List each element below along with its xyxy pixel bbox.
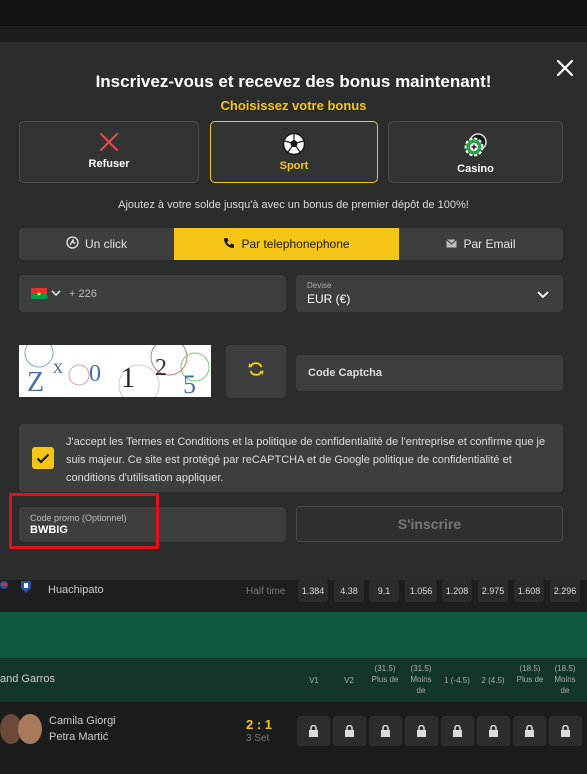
captcha-char: 2 — [155, 355, 167, 381]
lock-icon — [333, 716, 366, 746]
set-info: 3 Set — [246, 733, 270, 744]
column-header: (31.5) Moins de — [410, 664, 432, 695]
email-icon — [446, 237, 458, 251]
team-logo-icon — [20, 580, 32, 594]
column-header: V2 — [344, 676, 354, 685]
match-row[interactable]: Huachipato Half time 1.384 4.38 9.1 1.05… — [0, 580, 587, 612]
captcha-char: 1 — [121, 363, 135, 394]
captcha-char: Z — [27, 367, 44, 397]
tab-label: Par Email — [463, 237, 516, 251]
bonus-info-text: Ajoutez à votre solde jusqu'à avec un bo… — [118, 199, 469, 211]
captcha-char: 0 — [89, 361, 101, 387]
lock-icon — [513, 716, 546, 746]
terms-checkbox[interactable] — [32, 447, 54, 469]
tournament-name: and Garros — [0, 673, 56, 685]
one-click-icon — [66, 236, 79, 252]
x-icon — [20, 132, 198, 154]
lock-icon — [477, 716, 510, 746]
column-header: (31.5) Plus de — [371, 664, 399, 684]
captcha-char: 5 — [183, 370, 196, 397]
odds-cell[interactable]: 2.296 — [550, 580, 580, 602]
bonus-option-label: Casino — [457, 163, 494, 175]
phone-icon — [223, 237, 235, 252]
odds-cell[interactable]: 9.1 — [369, 580, 399, 602]
odds-cell[interactable]: 1.056 — [405, 580, 437, 602]
odds-cell[interactable]: 1.384 — [298, 580, 328, 602]
modal-subtitle: Choisissez votre bonus — [220, 98, 367, 113]
player-name: Camila Giorgi — [49, 715, 116, 727]
bonus-option-sport[interactable]: Sport — [210, 121, 378, 183]
promo-highlight-box — [9, 493, 159, 549]
chevron-down-icon — [537, 286, 549, 304]
odds-cell[interactable]: 1.608 — [514, 580, 544, 602]
tab-one-click[interactable]: Un click — [19, 228, 174, 260]
lock-icon — [405, 716, 438, 746]
currency-label: Devise — [307, 281, 332, 290]
tab-label: Par telephonephone — [241, 237, 350, 251]
top-gap — [0, 26, 587, 42]
column-header: (18.5) Plus de — [516, 664, 544, 684]
currency-value: EUR (€) — [307, 292, 351, 306]
column-header: 1 (-4.5) — [444, 676, 470, 685]
chevron-down-icon[interactable] — [51, 288, 61, 300]
lock-icon — [441, 716, 474, 746]
odds-cell[interactable]: 2.975 — [478, 580, 508, 602]
player-avatar — [18, 714, 42, 744]
tab-label: Un click — [84, 237, 127, 251]
refresh-icon — [248, 361, 264, 382]
captcha-image: Z x 0 1 2 5 — [19, 345, 211, 397]
lock-icon — [369, 716, 402, 746]
terms-text: J'accept les Termes et Conditions et la … — [66, 436, 546, 484]
register-button[interactable]: S'inscrire — [296, 506, 563, 542]
column-header: V1 — [309, 676, 319, 685]
casino-chip-icon — [389, 132, 562, 157]
column-header: (18.5) Moins de — [554, 664, 576, 695]
team-logo-icon — [0, 580, 12, 594]
lock-icon — [297, 716, 330, 746]
captcha-char: x — [53, 356, 63, 378]
lock-icon — [549, 716, 582, 746]
tab-email[interactable]: Par Email — [399, 228, 563, 260]
section-divider — [0, 612, 587, 658]
tab-phone[interactable]: Par telephonephone — [174, 228, 399, 260]
bonus-option-casino[interactable]: Casino — [388, 121, 563, 183]
top-bar — [0, 0, 587, 26]
soccer-ball-icon — [211, 132, 377, 156]
captcha-input[interactable] — [296, 355, 563, 391]
burkina-faso-flag-icon — [31, 288, 47, 299]
captcha-refresh-button[interactable] — [226, 345, 286, 398]
bonus-option-label: Sport — [279, 160, 309, 172]
match-row[interactable]: Camila Giorgi Petra Martić 2 : 1 3 Set — [0, 702, 587, 774]
bonus-option-refuse[interactable]: Refuser — [19, 121, 199, 183]
team-name: Huachipato — [48, 584, 104, 596]
bonus-option-label: Refuser — [88, 158, 130, 170]
odds-cell[interactable]: 1.208 — [442, 580, 472, 602]
match-score: 2 : 1 — [246, 717, 273, 732]
terms-box: J'accept les Termes et Conditions et la … — [19, 424, 563, 492]
phone-input[interactable]: + 226 — [19, 275, 286, 312]
match-status: Half time — [246, 586, 286, 597]
currency-select[interactable]: Devise EUR (€) — [296, 275, 563, 312]
registration-modal: Inscrivez-vous et recevez des bonus main… — [0, 42, 587, 580]
country-code: + 226 — [69, 287, 97, 300]
registration-tabs: Un click Par telephonephone Par Email — [19, 228, 563, 260]
odds-cell[interactable]: 4.38 — [334, 580, 364, 602]
tournament-header: and Garros V1 V2 (31.5) Plus de (31.5) M… — [0, 658, 587, 702]
modal-title: Inscrivez-vous et recevez des bonus main… — [95, 72, 492, 91]
check-icon — [36, 453, 50, 464]
column-header: 2 (4.5) — [481, 676, 505, 685]
player-name: Petra Martić — [49, 731, 109, 743]
